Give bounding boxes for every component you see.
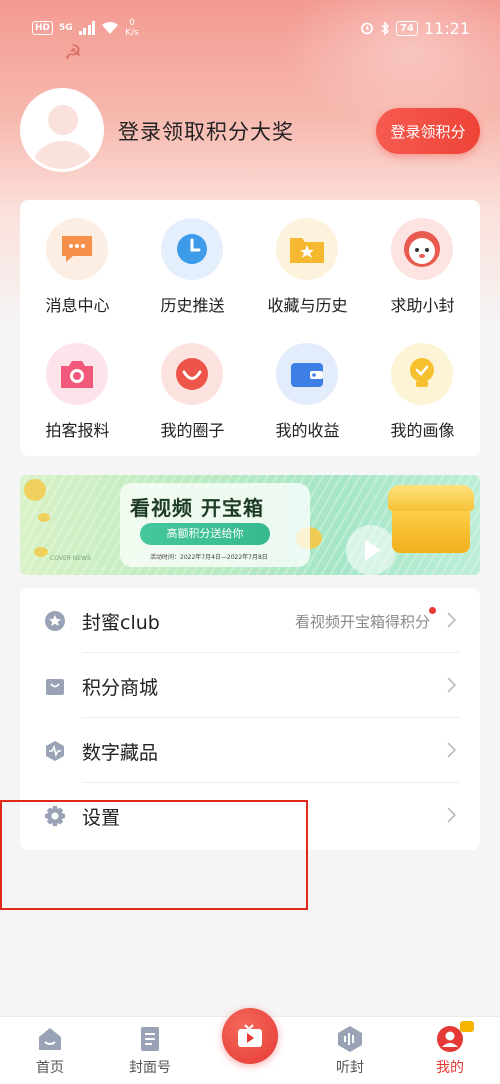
menu-label: 封蜜club: [82, 612, 160, 634]
promo-banner[interactable]: COVER NEWS 看视频 开宝箱 高额积分送给你 活动时间：2022年7月4…: [20, 475, 480, 575]
menu-label: 积分商城: [82, 677, 159, 699]
network-speed: 0 K/s: [125, 18, 139, 38]
hd-indicator: HD: [32, 21, 54, 35]
grid-label: 我的收益: [275, 421, 340, 440]
menu-label: 数字藏品: [82, 742, 159, 764]
highlight-annotation-box: [0, 800, 308, 910]
star-circle-icon: [45, 611, 65, 631]
nav-listen[interactable]: 听封: [300, 1017, 400, 1084]
network-type: 5G: [59, 23, 73, 33]
home-icon: [39, 1028, 61, 1050]
nav-video-button[interactable]: [222, 1008, 278, 1064]
signal-icon: [78, 21, 96, 35]
menu-item-club[interactable]: 封蜜club 看视频开宝箱得积分: [20, 588, 480, 653]
grid-item-messages[interactable]: 消息中心: [20, 200, 135, 320]
wallet-icon: [276, 343, 338, 405]
nav-label: 我的: [436, 1060, 464, 1076]
wifi-icon: [102, 21, 119, 34]
grid-label: 求助小封: [390, 296, 455, 315]
bluetooth-icon: [381, 20, 390, 36]
feature-grid: 消息中心 历史推送 收藏与历史 求助小封 拍客报料 我的圈子 我的收益 我的画像: [20, 200, 480, 456]
hexagon-pulse-icon: [46, 741, 64, 761]
avatar-body-shape: [33, 141, 93, 169]
grid-label: 我的圈子: [160, 421, 225, 440]
emblem-icon: ☭: [64, 40, 82, 64]
treasure-chest-icon: [388, 485, 474, 553]
audio-icon: [338, 1026, 362, 1052]
grid-label: 历史推送: [160, 296, 225, 315]
nav-home[interactable]: 首页: [0, 1017, 100, 1084]
mascot-icon: [391, 218, 453, 280]
chevron-right-icon: [447, 807, 457, 823]
menu-item-digital-collectibles[interactable]: 数字藏品: [20, 718, 480, 783]
banner-date: 活动时间：2022年7月4日—2022年7月8日: [150, 554, 268, 561]
banner-title: 看视频 开宝箱: [130, 496, 264, 520]
grid-item-earnings[interactable]: 我的收益: [250, 325, 365, 445]
nav-label: 封面号: [129, 1060, 171, 1076]
nav-label: 首页: [36, 1060, 64, 1076]
shopping-bag-icon: [46, 679, 64, 695]
nav-cover-account[interactable]: 封面号: [100, 1017, 200, 1084]
document-icon: [141, 1027, 159, 1051]
nav-mine[interactable]: 我的: [400, 1017, 500, 1084]
banner-subtitle: 高额积分送给你: [140, 523, 270, 545]
grid-item-report[interactable]: 拍客报料: [20, 325, 135, 445]
clock-icon: [161, 218, 223, 280]
grid-item-help[interactable]: 求助小封: [365, 200, 480, 320]
message-icon: [46, 218, 108, 280]
battery-icon: 74: [395, 20, 418, 36]
chevron-right-icon: [447, 742, 457, 758]
menu-item-points-mall[interactable]: 积分商城: [20, 653, 480, 718]
coin-icon: [34, 547, 48, 557]
coin-icon: [24, 479, 46, 501]
chevron-right-icon: [447, 677, 457, 693]
grid-item-circles[interactable]: 我的圈子: [135, 325, 250, 445]
smile-bubble-icon: [161, 343, 223, 405]
folder-star-icon: [276, 218, 338, 280]
notification-dot: [429, 607, 436, 614]
grid-item-favorites[interactable]: 收藏与历史: [250, 200, 365, 320]
banner-brand: COVER NEWS: [50, 555, 91, 562]
grid-label: 拍客报料: [45, 421, 110, 440]
play-icon: [346, 525, 396, 575]
grid-item-portrait[interactable]: 我的画像: [365, 325, 480, 445]
speed-unit: K/s: [125, 28, 139, 38]
grid-item-history-push[interactable]: 历史推送: [135, 200, 250, 320]
menu-hint: 看视频开宝箱得积分: [294, 613, 430, 631]
chat-badge-icon: [460, 1021, 474, 1032]
coin-icon: [38, 513, 50, 522]
avatar-head-shape: [48, 105, 78, 135]
alarm-icon: [361, 22, 373, 35]
avatar[interactable]: [20, 88, 104, 172]
clock-time: 11:21: [423, 18, 470, 38]
speed-value: 0: [129, 18, 135, 28]
camera-icon: [46, 343, 108, 405]
nav-label: 听封: [336, 1060, 364, 1076]
bulb-icon: [391, 343, 453, 405]
grid-label: 收藏与历史: [267, 296, 348, 315]
tv-play-icon: [238, 1024, 262, 1047]
chevron-right-icon: [447, 612, 457, 628]
grid-label: 我的画像: [390, 421, 455, 440]
login-button[interactable]: 登录领积分: [376, 108, 480, 154]
grid-label: 消息中心: [45, 296, 110, 315]
login-prompt[interactable]: 登录领取积分大奖: [118, 116, 294, 146]
